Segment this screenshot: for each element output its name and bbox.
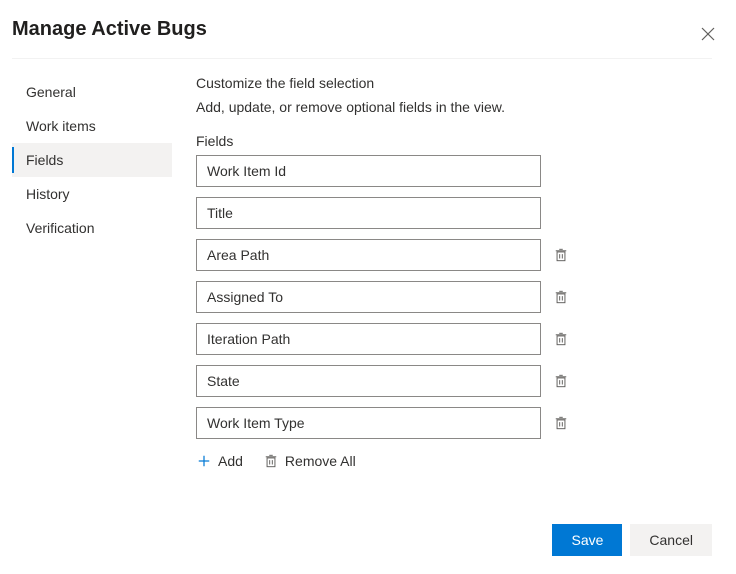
- plus-icon: [196, 453, 212, 469]
- trash-icon: [263, 453, 279, 469]
- cancel-button[interactable]: Cancel: [630, 524, 712, 556]
- close-icon: [700, 26, 716, 42]
- close-button[interactable]: [698, 24, 718, 44]
- trash-icon: [554, 248, 568, 262]
- sidebar-item-work-items[interactable]: Work items: [12, 109, 172, 143]
- settings-sidebar: General Work items Fields History Verificati…: [12, 71, 172, 469]
- trash-icon: [554, 332, 568, 346]
- field-actions: Add Remove All: [196, 453, 712, 469]
- field-name: Work Item Id: [207, 163, 286, 179]
- delete-field-button[interactable]: [553, 373, 569, 389]
- manage-active-bugs-dialog: Manage Active Bugs General Work items Fiel…: [0, 0, 736, 574]
- field-row: Area Path: [196, 239, 712, 271]
- field-name: Work Item Type: [207, 415, 305, 431]
- delete-field-button[interactable]: [553, 289, 569, 305]
- dialog-header: Manage Active Bugs: [12, 18, 712, 59]
- save-button[interactable]: Save: [552, 524, 622, 556]
- field-input[interactable]: Work Item Id: [196, 155, 541, 187]
- sidebar-item-label: Fields: [26, 152, 63, 168]
- field-input[interactable]: Work Item Type: [196, 407, 541, 439]
- sidebar-item-fields[interactable]: Fields: [12, 143, 172, 177]
- delete-field-button[interactable]: [553, 331, 569, 347]
- dialog-footer: Save Cancel: [552, 514, 712, 556]
- sidebar-item-verification[interactable]: Verification: [12, 211, 172, 245]
- trash-icon: [554, 290, 568, 304]
- field-name: Title: [207, 205, 233, 221]
- sidebar-item-label: History: [26, 186, 70, 202]
- sidebar-item-general[interactable]: General: [12, 75, 172, 109]
- field-row: Title: [196, 197, 712, 229]
- fields-list: Work Item Id Title Area Path Assigned To Ite…: [196, 155, 712, 439]
- panel-description: Add, update, or remove optional fields i…: [196, 99, 712, 115]
- field-input[interactable]: State: [196, 365, 541, 397]
- field-name: Assigned To: [207, 289, 283, 305]
- field-input[interactable]: Area Path: [196, 239, 541, 271]
- sidebar-item-label: Verification: [26, 220, 94, 236]
- delete-field-button[interactable]: [553, 415, 569, 431]
- add-field-button[interactable]: Add: [196, 453, 243, 469]
- trash-icon: [554, 416, 568, 430]
- delete-field-button[interactable]: [553, 247, 569, 263]
- dialog-title: Manage Active Bugs: [12, 18, 207, 41]
- sidebar-item-label: General: [26, 84, 76, 100]
- fields-panel: Customize the field selection Add, updat…: [196, 71, 712, 469]
- field-name: State: [207, 373, 240, 389]
- field-row: State: [196, 365, 712, 397]
- panel-heading: Customize the field selection: [196, 75, 712, 91]
- field-row: Iteration Path: [196, 323, 712, 355]
- field-row: Assigned To: [196, 281, 712, 313]
- field-input[interactable]: Title: [196, 197, 541, 229]
- fields-label: Fields: [196, 133, 712, 149]
- field-name: Area Path: [207, 247, 269, 263]
- field-row: Work Item Id: [196, 155, 712, 187]
- sidebar-item-label: Work items: [26, 118, 96, 134]
- dialog-body: General Work items Fields History Verificati…: [12, 71, 712, 469]
- field-input[interactable]: Assigned To: [196, 281, 541, 313]
- remove-all-label: Remove All: [285, 453, 356, 469]
- remove-all-button[interactable]: Remove All: [263, 453, 356, 469]
- trash-icon: [554, 374, 568, 388]
- field-input[interactable]: Iteration Path: [196, 323, 541, 355]
- add-field-label: Add: [218, 453, 243, 469]
- sidebar-item-history[interactable]: History: [12, 177, 172, 211]
- field-name: Iteration Path: [207, 331, 290, 347]
- field-row: Work Item Type: [196, 407, 712, 439]
